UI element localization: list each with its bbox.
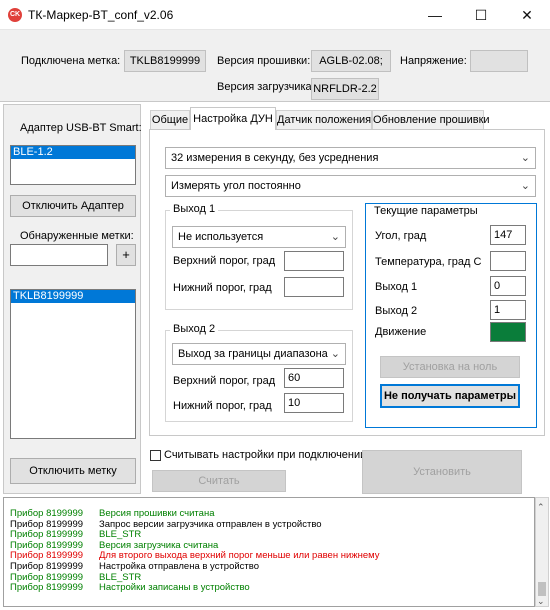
output2-group-title: Выход 2 [170,323,219,335]
log-device: Прибор 8199999 [10,571,84,583]
log-line: Прибор 8199999 Настройка отправлена в уст… [10,561,259,572]
set-button[interactable]: Установить [362,450,522,494]
log-device: Прибор 8199999 [10,518,84,530]
current-output1-value: 0 [490,276,526,296]
angle-label: Угол, град [375,230,427,242]
output1-lower-label: Нижний порог, град [173,282,272,294]
scroll-down-icon[interactable]: ⌄ [537,596,545,607]
log-message: Настройки записаны в устройство [99,582,250,594]
measure-mode-select[interactable]: Измерять угол постоянно ⌄ [165,175,536,197]
firmware-label: Версия прошивки: [217,55,311,67]
log-device: Прибор 8199999 [10,561,84,572]
log-message: BLE_STR [99,529,142,541]
log-pane[interactable]: Прибор 8199999 Версия прошивки считана При… [3,497,535,607]
output1-group-title: Выход 1 [170,203,219,215]
connected-tag-value: TKLB8199999 [124,50,206,72]
tags-list[interactable]: TKLB8199999 [10,289,136,439]
temperature-value [490,251,526,271]
log-scrollbar[interactable]: ⌃ ⌄ [535,497,549,607]
current-params-title: Текущие параметры [371,205,481,217]
maximize-button[interactable]: ☐ [458,0,504,30]
chevron-down-icon: ⌄ [330,231,340,243]
output2-lower-label: Нижний порог, град [173,400,272,412]
output1-upper-label: Верхний порог, град [173,255,276,267]
log-message: Запрос версии загрузчика отправлен в уст… [99,518,322,530]
log-line: Прибор 8199999 Версия загрузчика считана [10,540,218,551]
log-message: Настройка отправлена в устройство [99,561,259,572]
log-device: Прибор 8199999 [10,529,84,541]
current-output2-value: 1 [490,300,526,320]
log-device: Прибор 8199999 [10,539,84,551]
stop-params-button[interactable]: Не получать параметры [380,384,520,408]
measure-mode-value: Измерять угол постоянно [171,180,301,192]
output1-mode-select[interactable]: Не используется ⌄ [172,226,346,248]
bootloader-label: Версия загрузчика: [217,81,315,93]
output2-upper-label: Верхний порог, град [173,375,276,387]
title-bar: CK ТК-Маркер-BT_conf_v2.06 — ☐ ✕ [0,0,550,30]
tab-position-sensor[interactable]: Датчик положения [276,110,372,129]
window-title: ТК-Маркер-BT_conf_v2.06 [28,8,174,22]
log-line: Прибор 8199999 Для второго выхода верхний… [10,550,380,561]
disconnect-tag-button[interactable]: Отключить метку [10,458,136,484]
tags-list-item[interactable]: TKLB8199999 [11,290,135,303]
read-on-connect-label: Считывать настройки при подключении [164,449,367,461]
output2-mode-value: Выход за границы диапазона [178,348,328,360]
output1-mode-value: Не используется [178,231,264,243]
log-message: BLE_STR [99,571,142,583]
log-device: Прибор 8199999 [10,582,84,594]
log-message: Для второго выхода верхний порог меньше … [99,550,380,562]
output1-lower-input[interactable] [284,277,344,297]
adapter-list[interactable]: BLE-1.2 [10,145,136,185]
adapter-list-item[interactable]: BLE-1.2 [11,146,135,159]
log-line: Прибор 8199999 Настройки записаны в устро… [10,582,250,593]
minimize-button[interactable]: — [412,0,458,30]
output2-lower-input[interactable]: 10 [284,393,344,413]
chevron-down-icon: ⌄ [520,180,530,192]
scroll-thumb[interactable] [538,582,546,596]
motion-indicator [490,322,526,342]
found-tags-label: Обнаруженные метки: [20,230,134,242]
read-button[interactable]: Считать [152,470,286,492]
log-device: Прибор 8199999 [10,550,84,562]
tab-firmware-update[interactable]: Обновление прошивки [372,110,490,129]
measurement-rate-select[interactable]: 32 измерения в секунду, без усреднения ⌄ [165,147,536,169]
tab-dun-settings[interactable]: Настройка ДУН [190,107,276,130]
found-tags-input[interactable] [10,244,108,266]
log-device: Прибор 8199999 [10,508,84,519]
voltage-label: Напряжение: [400,55,467,67]
angle-value: 147 [490,225,526,245]
app-icon: CK [8,8,22,22]
motion-label: Движение [375,326,427,338]
log-line: Прибор 8199999 Запрос версии загрузчика о… [10,519,322,530]
log-message: Версия прошивки считана [99,508,215,519]
voltage-value [470,50,528,72]
scroll-up-icon[interactable]: ⌃ [537,502,545,513]
connected-tag-label: Подключена метка: [21,55,121,67]
adapter-label: Адаптер USB-BT Smart: [20,122,142,134]
firmware-value: AGLB-02.08; [311,50,391,72]
log-message: Версия загрузчика считана [99,539,219,551]
output2-mode-select[interactable]: Выход за границы диапазона ⌄ [172,343,346,365]
bootloader-value: NRFLDR-2.2 [311,78,379,100]
log-line: Прибор 8199999 BLE_STR [10,529,141,540]
log-line: Прибор 8199999 Версия прошивки считана [10,508,215,519]
measurement-rate-value: 32 измерения в секунду, без усреднения [171,152,379,164]
chevron-down-icon: ⌄ [330,348,340,360]
output2-upper-input[interactable]: 60 [284,368,344,388]
tab-general[interactable]: Общие [150,110,190,129]
output1-upper-input[interactable] [284,251,344,271]
close-button[interactable]: ✕ [504,0,550,30]
read-on-connect-checkbox[interactable] [150,450,161,461]
chevron-down-icon: ⌄ [520,152,530,164]
disconnect-adapter-button[interactable]: Отключить Адаптер [10,195,136,217]
temperature-label: Температура, град С [375,256,482,268]
add-tag-button[interactable]: + [116,244,136,266]
zero-set-button[interactable]: Установка на ноль [380,356,520,378]
current-output2-label: Выход 2 [375,305,418,317]
current-output1-label: Выход 1 [375,281,418,293]
log-line: Прибор 8199999 BLE_STR [10,572,141,583]
